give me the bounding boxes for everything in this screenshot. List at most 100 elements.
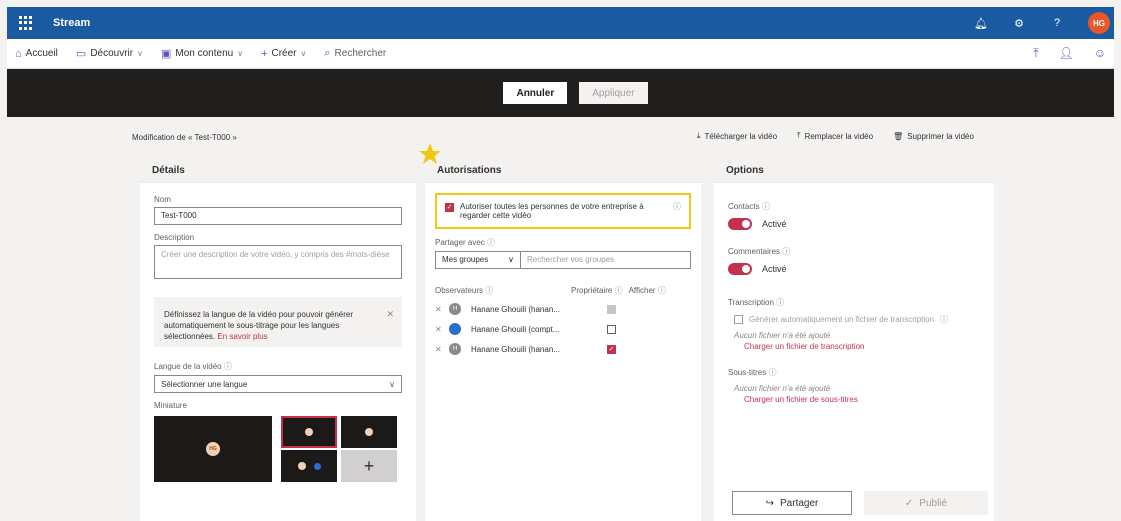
gear-icon[interactable]: ⚙ [1012, 17, 1026, 30]
share-scope-select[interactable]: Mes groupes ∨ [435, 251, 521, 269]
help-icon[interactable]: ? [1050, 17, 1064, 29]
language-select[interactable]: Sélectionner une langue ∨ [154, 375, 402, 393]
nav-create[interactable]: + Créer ∨ [261, 48, 306, 60]
learn-more-link[interactable]: En savoir plus [217, 332, 267, 341]
download-video-link[interactable]: ⤓ Télécharger la vidéo [697, 131, 777, 141]
observer-name: Hanane Ghouili (hanan... [471, 304, 560, 314]
info-icon[interactable]: ⓘ [940, 314, 948, 325]
bell-icon[interactable]: 🔔︎ [974, 17, 988, 30]
info-icon[interactable]: ⓘ [615, 286, 623, 295]
col-observers-text: Observateurs [435, 286, 484, 295]
star-icon [419, 143, 441, 164]
check-icon: ✓ [904, 497, 914, 509]
transcription-label: Transcription ⓘ [728, 297, 980, 308]
info-icon[interactable]: ⓘ [224, 362, 232, 371]
published-button[interactable]: ✓ Publié [864, 491, 988, 515]
thumbnail-option[interactable] [341, 416, 397, 448]
replace-video-label: Remplacer la vidéo [804, 131, 874, 141]
owner-checkbox[interactable] [607, 304, 616, 314]
name-input[interactable]: Test-T000 [154, 207, 402, 225]
edit-page: Modification de « Test-T000 » ⤓ Téléchar… [7, 117, 1114, 521]
contacts-toggle-row: Activé [728, 218, 980, 230]
search-input[interactable]: Rechercher [335, 48, 387, 59]
thumbnail-avatar-dot [365, 428, 373, 436]
info-icon[interactable]: ⓘ [658, 286, 666, 295]
contacts-toggle-state: Activé [762, 219, 787, 229]
group-search-input[interactable]: Rechercher vos groupes [521, 251, 691, 269]
remove-icon[interactable]: ✕ [435, 345, 445, 354]
permissions-panel: Autorisations ✓ Autoriser toutes les per… [425, 153, 701, 521]
thumbnail-preview: HG [154, 416, 272, 482]
nav-search[interactable]: ⌕ Rechercher [324, 47, 386, 60]
nav-mycontent[interactable]: ▣ Mon contenu ∨ [161, 47, 243, 60]
nav-create-label: Créer [271, 48, 297, 59]
remove-icon[interactable]: ✕ [435, 305, 445, 314]
thumbnail-option-selected[interactable] [281, 416, 337, 448]
avatar: H [449, 343, 461, 355]
remove-icon[interactable]: ✕ [435, 325, 445, 334]
options-header: Options [714, 153, 994, 183]
owner-checkbox[interactable] [607, 324, 616, 334]
auto-transcription-checkbox[interactable] [734, 315, 743, 324]
app-name[interactable]: Stream [53, 17, 90, 29]
info-icon[interactable]: ⓘ [485, 286, 493, 295]
user-avatar[interactable]: HG [1088, 12, 1110, 34]
apply-button[interactable]: Appliquer [579, 82, 648, 104]
col-show-text: Afficher [628, 286, 656, 295]
published-button-label: Publié [919, 497, 948, 509]
language-label-text: Langue de la vidéo [154, 362, 222, 371]
close-icon[interactable]: ✕ [386, 309, 394, 320]
add-thumbnail-button[interactable]: + [341, 450, 397, 482]
delete-video-link[interactable]: 🗑︎ Supprimer la vidéo [893, 131, 974, 141]
nav-discover[interactable]: ▭ Découvrir ∨ [76, 47, 143, 60]
trash-icon: 🗑︎ [893, 131, 904, 141]
breadcrumb: Modification de « Test-T000 » [132, 133, 237, 142]
permissions-header: Autorisations [425, 153, 701, 183]
language-select-value: Sélectionner une langue [161, 379, 248, 389]
person-icon[interactable]: 👤︎ [1059, 46, 1074, 61]
info-icon[interactable]: ⓘ [673, 202, 681, 211]
info-icon[interactable]: ⓘ [768, 368, 776, 377]
info-icon[interactable]: ⓘ [487, 238, 495, 247]
col-show: Afficher ⓘ [629, 285, 666, 296]
nav-mycontent-label: Mon contenu [175, 48, 234, 59]
app-launcher-icon[interactable] [19, 16, 33, 30]
upload-icon: ⤒ [797, 131, 801, 140]
smiley-icon[interactable]: ☺ [1094, 46, 1106, 61]
allow-company-checkbox[interactable]: ✓ [445, 203, 454, 212]
contacts-toggle[interactable] [728, 218, 752, 230]
options-panel: Options Contacts ⓘ Activé Commentaires ⓘ… [714, 153, 994, 521]
suite-header: Stream 🔔︎ ⚙ ? HG [7, 7, 1114, 39]
share-icon: ↪ [765, 497, 775, 509]
share-with-label: Partager avec ⓘ [435, 237, 691, 248]
comments-label-text: Commentaires [728, 247, 781, 256]
thumbnail-label: Miniature [154, 401, 187, 410]
info-icon[interactable]: ⓘ [776, 298, 784, 307]
share-button[interactable]: ↪ Partager [732, 491, 852, 515]
observer-name: Hanane Ghouili (compt... [471, 324, 560, 334]
cancel-button[interactable]: Annuler [503, 82, 568, 104]
upload-subtitles-link[interactable]: Charger un fichier de sous-titres [744, 395, 964, 404]
upload-transcription-link[interactable]: Charger un fichier de transcription [744, 342, 964, 351]
thumbnail-avatar-dot [305, 428, 313, 436]
upload-icon[interactable]: ⤒ [1033, 46, 1038, 61]
description-input[interactable]: Créer une description de votre vidéo, y … [154, 245, 402, 279]
share-row: Mes groupes ∨ Rechercher vos groupes [435, 251, 691, 269]
info-icon[interactable]: ⓘ [782, 247, 790, 256]
comments-toggle-state: Activé [762, 264, 787, 274]
nav-home-label: Accueil [25, 48, 58, 59]
observers-header: Observateurs ⓘ Propriétaire ⓘ Afficher ⓘ [435, 285, 691, 296]
replace-video-link[interactable]: ⤒ Remplacer la vidéo [797, 131, 873, 141]
thumbnail-dot-blue [313, 462, 321, 470]
chevron-down-icon: ∨ [300, 49, 307, 58]
comments-toggle[interactable] [728, 263, 752, 275]
info-icon[interactable]: ⓘ [762, 202, 770, 211]
download-icon: ⤓ [697, 131, 701, 140]
chevron-down-icon: ∨ [237, 49, 244, 58]
subtitles-label: Sous-titres ⓘ [728, 367, 980, 378]
thumbnail-option[interactable] [281, 450, 337, 482]
owner-checkbox[interactable]: ✓ [607, 345, 616, 354]
nav-home[interactable]: ⌂ Accueil [15, 48, 58, 60]
auto-transcription-row: Générer automatiquement un fichier de tr… [734, 314, 974, 325]
description-label: Description [154, 233, 195, 242]
